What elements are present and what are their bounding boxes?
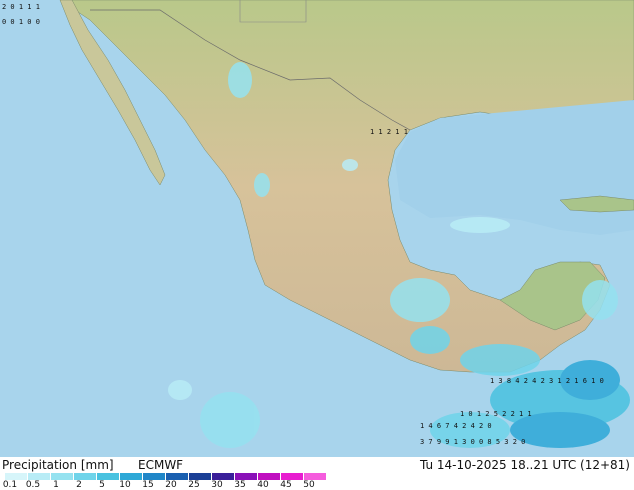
colorbar-swatch (27, 473, 50, 480)
value-label: 1 3 8 4 2 4 2 3 1 2 1 6 1 0 (490, 377, 604, 385)
colorbar-swatch (142, 473, 165, 480)
colorbar-swatch (188, 473, 211, 480)
colorbar-swatch (73, 473, 96, 480)
value-label: 1 0 1 2 5 2 2 1 1 (460, 410, 532, 418)
legend-bar: Precipitation [mm] ECMWF Tu 14-10-2025 1… (0, 457, 634, 490)
colorbar-swatch (4, 473, 27, 480)
colorbar-tick-label: 35 (234, 480, 246, 490)
colorbar-swatch (280, 473, 303, 480)
colorbar-swatch (234, 473, 257, 480)
colorbar-tick-label: 0.1 (2, 480, 18, 490)
value-label: 0 0 1 0 0 (2, 18, 40, 26)
value-label: 1 4 6 7 4 2 4 2 0 (420, 422, 492, 430)
colorbar-tick-label: 30 (211, 480, 223, 490)
colorbar-tick-label: 10 (119, 480, 131, 490)
colorbar-swatch (303, 473, 326, 480)
colorbar-tick-label: 15 (142, 480, 154, 490)
footer-valid-time: Tu 14-10-2025 18..21 UTC (12+81) (419, 458, 630, 472)
colorbar-tick-label: 25 (188, 480, 200, 490)
colorbar-swatch (257, 473, 280, 480)
footer-model: ECMWF (138, 458, 184, 472)
colorbar-swatch (211, 473, 234, 480)
colorbar-swatch (165, 473, 188, 480)
colorbar-tick-label: 45 (280, 480, 292, 490)
colorbar-tick-label: 5 (99, 480, 105, 490)
colorbar-tick-label: 50 (303, 480, 315, 490)
colorbar-tick-label: 1 (53, 480, 59, 490)
colorbar-tick-label: 40 (257, 480, 269, 490)
colorbar-tick-label: 0.5 (25, 480, 41, 490)
colorbar-swatch (96, 473, 119, 480)
colorbar-tick-label: 2 (76, 480, 82, 490)
colorbar-tick-label: 20 (165, 480, 177, 490)
colorbar-swatch (119, 473, 142, 480)
map-canvas: 2 0 1 1 1 0 0 1 0 0 1 1 2 1 1 1 0 1 2 5 … (0, 0, 634, 457)
precipitation-map: 2 0 1 1 1 0 0 1 0 0 1 1 2 1 1 1 0 1 2 5 … (0, 0, 634, 457)
value-label: 3 7 9 9 1 3 0 0 8 5 3 2 0 (420, 438, 525, 446)
footer-left-label: Precipitation [mm] (2, 458, 114, 472)
value-label: 1 1 2 1 1 (370, 128, 408, 136)
colorbar-swatch (50, 473, 73, 480)
value-label: 2 0 1 1 1 (2, 3, 40, 11)
